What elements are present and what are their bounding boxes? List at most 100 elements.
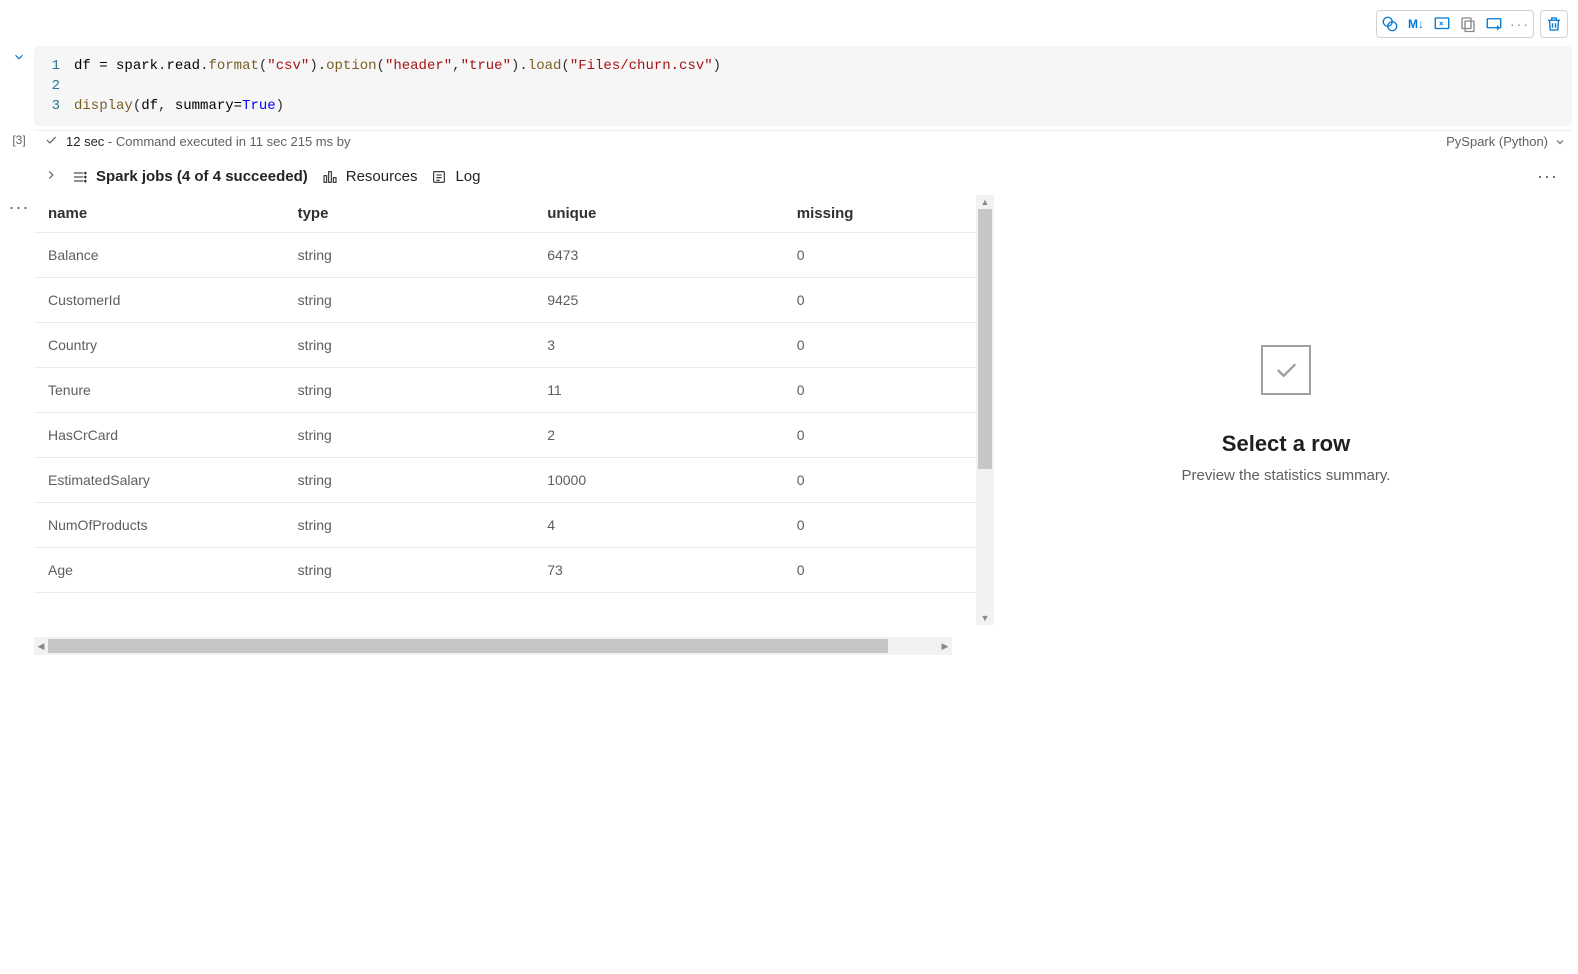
output-more-button[interactable]: ···: [1537, 166, 1558, 187]
scroll-up-icon[interactable]: ▲: [976, 195, 994, 209]
cell-name: Balance: [34, 233, 284, 278]
trash-icon: [1545, 15, 1563, 33]
table-row[interactable]: CustomerIdstring94250: [34, 278, 994, 323]
output-options-button[interactable]: ···: [4, 195, 34, 655]
success-check-icon: [44, 133, 58, 150]
status-row: [3] 12 sec - Command executed in 11 sec …: [0, 126, 1578, 158]
spark-jobs-icon: [72, 169, 88, 185]
resources-button[interactable]: Resources: [322, 168, 418, 185]
cell-name: CustomerId: [34, 278, 284, 323]
code-editor[interactable]: 1 df = spark.read.format("csv").option("…: [34, 46, 1572, 126]
cell-toolbar-group: M↓ ···: [1376, 10, 1534, 38]
cell-type: string: [284, 458, 534, 503]
table-row[interactable]: NumOfProductsstring40: [34, 503, 994, 548]
status-text: 12 sec - Command executed in 11 sec 215 …: [66, 134, 350, 149]
cell-name: NumOfProducts: [34, 503, 284, 548]
cell-name: EstimatedSalary: [34, 458, 284, 503]
line-number: 3: [48, 96, 74, 116]
hscroll-thumb[interactable]: [48, 639, 888, 653]
scroll-right-icon[interactable]: ▶: [938, 637, 952, 655]
cell-name: Tenure: [34, 368, 284, 413]
summary-table-panel: name type unique missing Balancestring64…: [34, 195, 994, 655]
table-scroll[interactable]: name type unique missing Balancestring64…: [34, 195, 994, 625]
scroll-left-icon[interactable]: ◀: [34, 637, 48, 655]
cell-name: Country: [34, 323, 284, 368]
table-row[interactable]: Agestring730: [34, 548, 994, 593]
cell-unique: 10000: [533, 458, 783, 503]
table-row[interactable]: Tenurestring110: [34, 368, 994, 413]
line-number: 2: [48, 76, 74, 96]
cell-unique: 9425: [533, 278, 783, 323]
collapse-cell-button[interactable]: [4, 46, 34, 64]
log-icon: [431, 169, 447, 185]
cell-unique: 6473: [533, 233, 783, 278]
execution-count: [3]: [4, 133, 34, 147]
cell-missing: 0: [783, 413, 994, 458]
insert-cell-below-icon[interactable]: [1485, 15, 1503, 33]
cell-name: Age: [34, 548, 284, 593]
chevron-down-icon: [1554, 136, 1566, 148]
preview-subtitle: Preview the statistics summary.: [1182, 467, 1391, 484]
spark-jobs-label: Spark jobs (4 of 4 succeeded): [96, 168, 308, 185]
cell-name: HasCrCard: [34, 413, 284, 458]
code-cell-row: 1 df = spark.read.format("csv").option("…: [0, 44, 1578, 126]
col-header-name[interactable]: name: [34, 195, 284, 233]
log-label: Log: [455, 168, 480, 185]
table-row[interactable]: Countrystring30: [34, 323, 994, 368]
cell-missing: 0: [783, 503, 994, 548]
resources-icon: [322, 169, 338, 185]
expand-output-button[interactable]: [44, 168, 58, 186]
output-header: Spark jobs (4 of 4 succeeded) Resources …: [0, 158, 1578, 195]
table-row[interactable]: Balancestring64730: [34, 233, 994, 278]
cell-missing: 0: [783, 548, 994, 593]
vscroll-thumb[interactable]: [978, 209, 992, 469]
col-header-missing[interactable]: missing: [783, 195, 994, 233]
preview-title: Select a row: [1222, 431, 1350, 457]
col-header-type[interactable]: type: [284, 195, 534, 233]
code-line-3: display(df, summary=True): [74, 96, 284, 116]
cell-type: string: [284, 233, 534, 278]
clear-output-icon[interactable]: [1433, 15, 1451, 33]
cell-unique: 4: [533, 503, 783, 548]
copy-cell-icon[interactable]: [1459, 15, 1477, 33]
kernel-selector[interactable]: PySpark (Python): [1446, 134, 1566, 149]
cell-type: string: [284, 323, 534, 368]
cell-missing: 0: [783, 368, 994, 413]
code-line-2: [74, 76, 82, 96]
table-row[interactable]: EstimatedSalarystring100000: [34, 458, 994, 503]
check-icon: [1272, 356, 1300, 384]
cell-unique: 3: [533, 323, 783, 368]
line-number: 1: [48, 56, 74, 76]
log-button[interactable]: Log: [431, 168, 480, 185]
empty-state-icon: [1261, 345, 1311, 395]
scroll-down-icon[interactable]: ▼: [976, 611, 994, 625]
copilot-icon[interactable]: [1381, 15, 1399, 33]
spark-jobs-button[interactable]: Spark jobs (4 of 4 succeeded): [72, 168, 308, 185]
convert-to-markdown-icon[interactable]: M↓: [1407, 15, 1425, 33]
cell-type: string: [284, 278, 534, 323]
cell-type: string: [284, 368, 534, 413]
vertical-scrollbar[interactable]: ▲ ▼: [976, 195, 994, 625]
cell-missing: 0: [783, 233, 994, 278]
kernel-name: PySpark (Python): [1446, 134, 1548, 149]
cell-unique: 11: [533, 368, 783, 413]
horizontal-scrollbar[interactable]: ◀ ▶: [34, 637, 952, 655]
col-header-unique[interactable]: unique: [533, 195, 783, 233]
cell-missing: 0: [783, 278, 994, 323]
table-row[interactable]: HasCrCardstring20: [34, 413, 994, 458]
cell-unique: 73: [533, 548, 783, 593]
table-header-row: name type unique missing: [34, 195, 994, 233]
summary-table: name type unique missing Balancestring64…: [34, 195, 994, 593]
delete-cell-button[interactable]: [1540, 10, 1568, 38]
status-bar: 12 sec - Command executed in 11 sec 215 …: [34, 130, 1572, 150]
cell-type: string: [284, 413, 534, 458]
cell-type: string: [284, 548, 534, 593]
resources-label: Resources: [346, 168, 418, 185]
cell-missing: 0: [783, 323, 994, 368]
output-area: ··· name type unique missing Balancestri…: [0, 195, 1578, 655]
cell-type: string: [284, 503, 534, 548]
cell-missing: 0: [783, 458, 994, 503]
more-actions-icon[interactable]: ···: [1511, 15, 1529, 33]
preview-pane: Select a row Preview the statistics summ…: [994, 195, 1578, 655]
cell-toolbar: M↓ ···: [0, 0, 1578, 44]
